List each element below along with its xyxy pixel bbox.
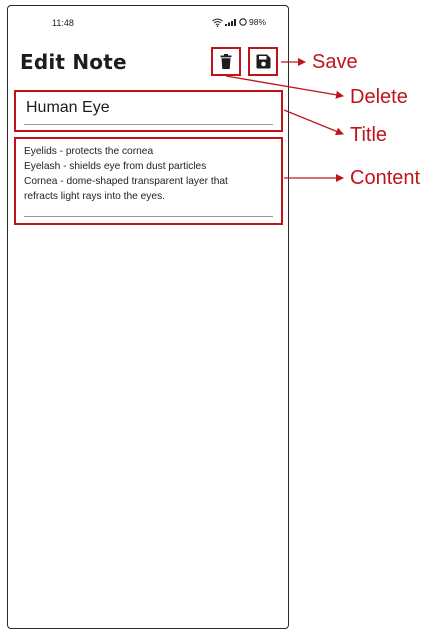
screenshot-canvas: 11:48 98% Edit Note Human Eye Eyelids - … [0,0,435,634]
title-callout-label: Title [350,124,388,146]
delete-button[interactable] [211,47,241,76]
title-input[interactable] [24,98,278,118]
content-line: Eyelids - protects the cornea [24,146,154,157]
phone-screen: 11:48 98% Edit Note Human Eye Eyelids - … [7,5,289,629]
title-underline [24,124,273,125]
status-bar: 11:48 98% [8,6,288,36]
page-title: Edit Note [20,50,127,74]
status-icons: 98% [212,17,266,27]
trash-icon [220,54,232,69]
signal-icon [224,19,236,26]
wifi-icon [212,18,223,27]
save-callout-label: Save [312,51,358,73]
content-underline [24,216,273,217]
status-time: 11:48 [52,18,74,28]
title-callout-arrow [283,109,344,136]
content-line: Eyelash - shields eye from dust particle… [24,161,207,172]
content-field[interactable]: Eyelids - protects the cornea Eyelash - … [14,137,283,225]
floppy-disk-icon [256,54,270,69]
content-callout-label: Content [350,167,421,189]
content-line: Cornea - dome-shaped transparent layer t… [24,176,228,187]
content-line: refracts light rays into the eyes. [24,191,165,202]
title-field[interactable] [14,90,283,132]
content-textarea[interactable]: Eyelids - protects the cornea Eyelash - … [24,144,276,204]
delete-callout-label: Delete [350,86,408,108]
save-button[interactable] [248,47,278,76]
battery-level: 98% [248,17,266,27]
battery-ring-icon [239,18,247,26]
